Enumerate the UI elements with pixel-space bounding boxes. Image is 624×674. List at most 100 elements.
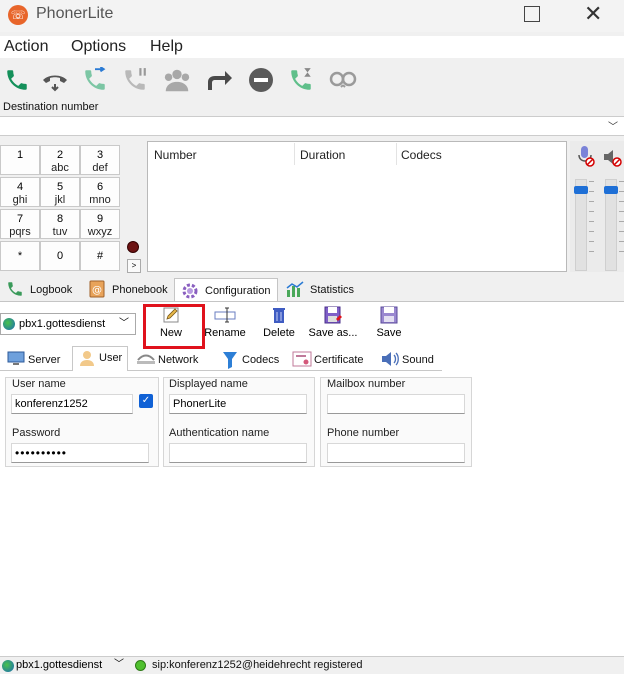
tab-label: Logbook (30, 284, 73, 296)
column-divider[interactable] (396, 143, 397, 165)
menu-help[interactable]: Help (150, 38, 183, 56)
column-header-codecs[interactable]: Codecs (401, 148, 442, 162)
column-header-duration[interactable]: Duration (300, 148, 345, 162)
microphone-mute-icon[interactable] (577, 145, 595, 170)
tab-statistics[interactable]: Statistics (280, 278, 360, 302)
column-header-number[interactable]: Number (154, 148, 197, 162)
save-as-button[interactable]: Save as... (304, 305, 362, 345)
profile-select-value: pbx1.gottesdienst (19, 318, 106, 330)
key-0[interactable]: 0 (40, 241, 80, 271)
save-as-button-label: Save as... (308, 327, 358, 339)
chevron-down-icon: ﹀ (114, 659, 124, 670)
microphone-volume-slider[interactable] (574, 186, 588, 195)
tab-label: Phonebook (112, 284, 168, 296)
anonymous-icon[interactable] (328, 66, 358, 94)
column-divider[interactable] (294, 143, 295, 165)
tab-phonebook[interactable]: @ Phonebook (82, 278, 174, 302)
subtab-network[interactable]: Network (132, 349, 214, 371)
key-hash[interactable]: # (80, 241, 120, 271)
password-input[interactable]: •••••••••• (11, 443, 149, 463)
subtab-label: Certificate (314, 354, 364, 366)
phone-number-input[interactable] (327, 443, 465, 463)
key-7[interactable]: 7 pqrs (0, 209, 40, 239)
close-icon[interactable]: ✕ (584, 0, 602, 28)
keypad-toggle-button[interactable]: > (127, 259, 141, 273)
user-icon (77, 349, 97, 367)
subtab-label: Codecs (242, 354, 280, 366)
mailbox-number-label: Mailbox number (327, 378, 406, 390)
user-name-input[interactable]: konferenz1252 (11, 394, 133, 414)
registration-status-text: sip:konferenz1252@heidehrecht registered (152, 659, 363, 671)
speaker-volume-slider[interactable] (604, 186, 618, 195)
certificate-icon (292, 351, 312, 369)
destination-label: Destination number (3, 101, 99, 113)
subtab-server[interactable]: Server (2, 349, 70, 371)
hold-icon[interactable] (120, 66, 150, 94)
subtab-codecs[interactable]: Codecs (216, 349, 286, 371)
displayed-name-label: Displayed name (169, 378, 248, 390)
subtab-sound[interactable]: Sound (376, 349, 442, 371)
do-not-disturb-icon[interactable] (246, 66, 276, 94)
menu-options[interactable]: Options (71, 38, 126, 56)
svg-text:@: @ (92, 285, 102, 296)
speaker-mute-icon[interactable] (602, 146, 624, 171)
rename-icon (196, 305, 254, 327)
key-5[interactable]: 5 jkl (40, 177, 80, 207)
user-name-checkbox[interactable]: ✓ (139, 394, 153, 408)
rename-button[interactable]: Rename (196, 305, 254, 345)
rename-button-label: Rename (204, 327, 246, 339)
conference-icon[interactable] (162, 66, 192, 94)
authentication-name-input[interactable] (169, 443, 307, 463)
network-icon (136, 351, 156, 369)
hang-up-icon[interactable] (40, 66, 70, 94)
key-1[interactable]: 1 (0, 145, 40, 175)
delete-button[interactable]: Delete (250, 305, 308, 345)
subtab-certificate[interactable]: Certificate (288, 349, 374, 371)
record-icon[interactable] (127, 241, 139, 253)
save-icon (360, 305, 418, 327)
transfer-icon[interactable] (80, 66, 110, 94)
save-as-icon (304, 305, 362, 327)
tab-logbook[interactable]: Logbook (0, 278, 80, 302)
registration-status-icon (135, 660, 146, 671)
mailbox-number-input[interactable] (327, 394, 465, 414)
key-3[interactable]: 3 def (80, 145, 120, 175)
key-4[interactable]: 4 ghi (0, 177, 40, 207)
subtab-label: Sound (402, 354, 434, 366)
phone-number-label: Phone number (327, 427, 400, 439)
call-waiting-icon[interactable] (286, 66, 316, 94)
save-button-label: Save (376, 327, 402, 339)
tab-label: Configuration (205, 285, 271, 297)
key-9[interactable]: 9 wxyz (80, 209, 120, 239)
authentication-name-label: Authentication name (169, 427, 270, 439)
maximize-icon[interactable] (524, 6, 540, 22)
menu-action[interactable]: Action (4, 38, 48, 56)
status-profile-select[interactable]: pbx1.gottesdienst ﹀ (0, 658, 130, 674)
globe-icon (2, 660, 14, 672)
key-2[interactable]: 2 abc (40, 145, 80, 175)
key-8[interactable]: 8 tuv (40, 209, 80, 239)
chevron-down-icon[interactable]: ﹀ (608, 118, 618, 133)
chevron-down-icon: ﹀ (119, 318, 129, 329)
displayed-name-input[interactable]: PhonerLite (169, 394, 307, 414)
profile-select[interactable]: pbx1.gottesdienst ﹀ (0, 313, 136, 335)
subtab-label: Network (158, 354, 199, 366)
window-title: PhonerLite (36, 5, 114, 22)
main-tab-bar: Logbook @ Phonebook Configuration Statis… (0, 276, 624, 302)
key-6[interactable]: 6 mno (80, 177, 120, 207)
save-button[interactable]: Save (360, 305, 418, 345)
subtab-label: User (99, 352, 123, 364)
phone-call-icon[interactable] (2, 66, 32, 94)
trash-icon (250, 305, 308, 327)
statistics-icon (284, 280, 306, 300)
toolbar (0, 60, 624, 100)
tab-label: Statistics (310, 284, 355, 296)
tab-configuration[interactable]: Configuration (174, 278, 278, 302)
volume-panel (570, 141, 624, 272)
key-star[interactable]: * (0, 241, 40, 271)
call-list[interactable]: Number Duration Codecs (147, 141, 567, 272)
destination-number-input[interactable] (0, 116, 624, 136)
subtab-user[interactable]: User (72, 346, 128, 371)
configuration-icon (179, 281, 201, 301)
forward-icon[interactable] (204, 66, 234, 94)
